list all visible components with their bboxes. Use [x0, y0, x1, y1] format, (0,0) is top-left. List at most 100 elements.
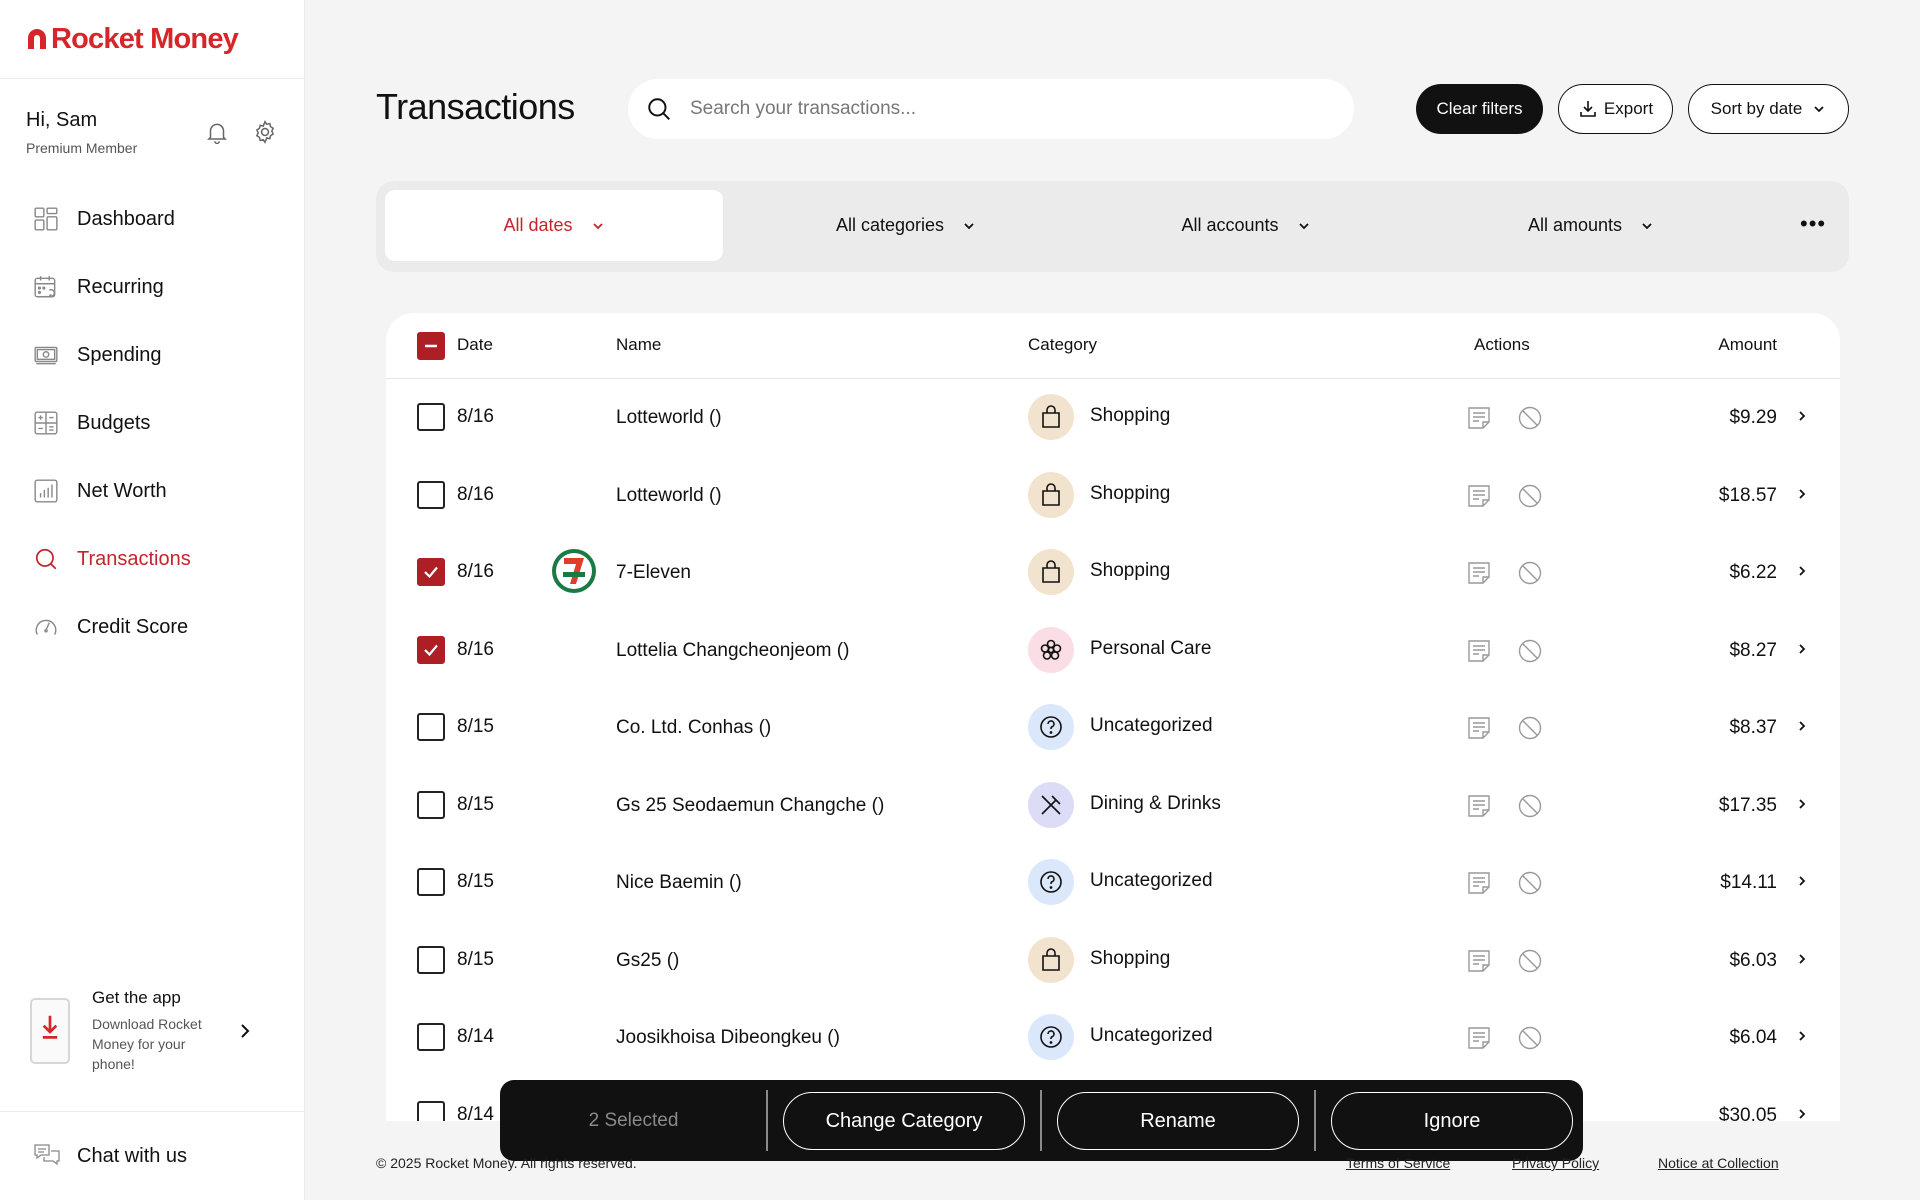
filter-accounts[interactable]: All accounts [1076, 190, 1416, 261]
row-checkbox[interactable] [417, 713, 445, 741]
terms-of-service-link[interactable]: Terms of Service [1346, 1155, 1450, 1171]
ignore-icon[interactable] [1517, 560, 1543, 586]
row-name[interactable]: Lotteworld () [616, 407, 722, 429]
chevron-right-icon[interactable] [1796, 719, 1808, 733]
sidebar-item-budgets[interactable]: Budgets [0, 389, 304, 457]
chevron-right-icon[interactable] [1796, 642, 1808, 656]
gear-icon[interactable] [252, 119, 278, 145]
row-name[interactable]: 7-Eleven [616, 562, 691, 584]
table-row[interactable]: 8/15 Nice Baemin () Uncategorized $14.11 [386, 844, 1840, 921]
row-checkbox[interactable] [417, 1023, 445, 1051]
row-category[interactable]: Uncategorized [1090, 1025, 1213, 1047]
row-name[interactable]: Joosikhoisa Dibeongkeu () [616, 1027, 840, 1049]
row-checkbox[interactable] [417, 868, 445, 896]
chevron-right-icon[interactable] [1796, 564, 1808, 578]
row-name[interactable]: Co. Ltd. Conhas () [616, 717, 771, 739]
category-shopping-icon [1028, 549, 1074, 595]
logo[interactable]: Rocket Money [0, 0, 304, 79]
row-name[interactable]: Lotteworld () [616, 485, 722, 507]
clear-filters-button[interactable]: Clear filters [1416, 84, 1543, 134]
note-icon[interactable] [1466, 715, 1492, 741]
row-category[interactable]: Shopping [1090, 560, 1170, 582]
column-name[interactable]: Name [616, 335, 661, 355]
rename-button[interactable]: Rename [1057, 1092, 1299, 1150]
column-date[interactable]: Date [457, 335, 493, 355]
note-icon[interactable] [1466, 1025, 1492, 1051]
table-row[interactable]: 8/16 7-Eleven Shopping $6.22 [386, 534, 1840, 611]
chevron-right-icon[interactable] [1796, 409, 1808, 423]
row-category[interactable]: Shopping [1090, 405, 1170, 427]
row-category[interactable]: Uncategorized [1090, 870, 1213, 892]
row-name[interactable]: Nice Baemin () [616, 872, 742, 894]
ignore-icon[interactable] [1517, 483, 1543, 509]
column-amount[interactable]: Amount [1718, 335, 1777, 355]
table-row[interactable]: 8/16 Lotteworld () Shopping $18.57 [386, 457, 1840, 534]
chevron-right-icon[interactable] [1796, 1029, 1808, 1043]
note-icon[interactable] [1466, 483, 1492, 509]
sidebar-item-credit-score[interactable]: Credit Score [0, 593, 304, 661]
search-input[interactable] [690, 98, 1290, 120]
sort-by-date-button[interactable]: Sort by date [1688, 84, 1849, 134]
chevron-down-icon [592, 222, 603, 229]
note-icon[interactable] [1466, 793, 1492, 819]
more-options-icon[interactable]: ••• [1800, 211, 1826, 237]
note-icon[interactable] [1466, 405, 1492, 431]
ignore-icon[interactable] [1517, 948, 1543, 974]
row-category[interactable]: Personal Care [1090, 638, 1211, 660]
row-checkbox[interactable] [417, 558, 445, 586]
filter-amounts[interactable]: All amounts [1421, 190, 1761, 261]
row-checkbox[interactable] [417, 790, 445, 819]
notice-at-collection-link[interactable]: Notice at Collection [1658, 1155, 1779, 1171]
row-name[interactable]: Gs 25 Seodaemun Changche () [616, 795, 884, 817]
sidebar-item-spending[interactable]: Spending [0, 321, 304, 389]
chat-with-us[interactable]: Chat with us [0, 1111, 305, 1200]
row-checkbox[interactable] [417, 403, 445, 431]
table-row[interactable]: 8/15 Co. Ltd. Conhas () Uncategorized $8.37 [386, 689, 1840, 766]
table-row[interactable]: 8/16 Lottelia Changcheonjeom () Personal C… [386, 612, 1840, 689]
row-category[interactable]: Shopping [1090, 483, 1170, 505]
ignore-icon[interactable] [1517, 715, 1543, 741]
privacy-policy-link[interactable]: Privacy Policy [1512, 1155, 1599, 1171]
sidebar-item-net-worth[interactable]: Net Worth [0, 457, 304, 525]
export-button[interactable]: Export [1558, 84, 1673, 134]
ignore-icon[interactable] [1517, 638, 1543, 664]
row-category[interactable]: Uncategorized [1090, 715, 1213, 737]
column-category[interactable]: Category [1028, 335, 1097, 355]
sidebar-item-transactions[interactable]: Transactions [0, 525, 304, 593]
note-icon[interactable] [1466, 870, 1492, 896]
search-bar[interactable] [628, 79, 1354, 139]
row-checkbox[interactable] [417, 635, 445, 664]
chevron-right-icon[interactable] [1796, 874, 1808, 888]
filter-categories[interactable]: All categories [736, 190, 1076, 261]
note-icon[interactable] [1466, 638, 1492, 664]
select-all-checkbox[interactable] [417, 332, 445, 360]
sidebar-item-dashboard[interactable]: Dashboard [0, 185, 304, 253]
ignore-icon[interactable] [1517, 793, 1543, 819]
chevron-right-icon[interactable] [1796, 797, 1808, 811]
row-name[interactable]: Lottelia Changcheonjeom () [616, 640, 849, 662]
row-checkbox[interactable] [417, 480, 445, 509]
table-row[interactable]: 8/14 Joosikhoisa Dibeongkeu () Uncategoriz… [386, 999, 1840, 1076]
row-category[interactable]: Shopping [1090, 948, 1170, 970]
row-checkbox[interactable] [417, 1100, 445, 1121]
table-row[interactable]: 8/15 Gs 25 Seodaemun Changche () Dining & … [386, 767, 1840, 844]
get-the-app-card[interactable]: Get the app Download Rocket Money for yo… [30, 988, 280, 1074]
row-category[interactable]: Dining & Drinks [1090, 793, 1221, 815]
filter-dates[interactable]: All dates [385, 190, 723, 261]
row-name[interactable]: Gs25 () [616, 950, 679, 972]
ignore-icon[interactable] [1517, 405, 1543, 431]
ignore-icon[interactable] [1517, 870, 1543, 896]
change-category-button[interactable]: Change Category [783, 1092, 1025, 1150]
ignore-icon[interactable] [1517, 1025, 1543, 1051]
chevron-right-icon[interactable] [1796, 1107, 1808, 1121]
bell-icon[interactable] [204, 119, 230, 145]
row-checkbox[interactable] [417, 945, 445, 974]
chevron-right-icon[interactable] [1796, 487, 1808, 501]
note-icon[interactable] [1466, 948, 1492, 974]
note-icon[interactable] [1466, 560, 1492, 586]
sidebar-item-recurring[interactable]: Recurring [0, 253, 304, 321]
chevron-right-icon[interactable] [1796, 952, 1808, 966]
table-row[interactable]: 8/16 Lotteworld () Shopping $9.29 [386, 379, 1840, 456]
ignore-button[interactable]: Ignore [1331, 1092, 1573, 1150]
table-row[interactable]: 8/15 Gs25 () Shopping $6.03 [386, 922, 1840, 999]
